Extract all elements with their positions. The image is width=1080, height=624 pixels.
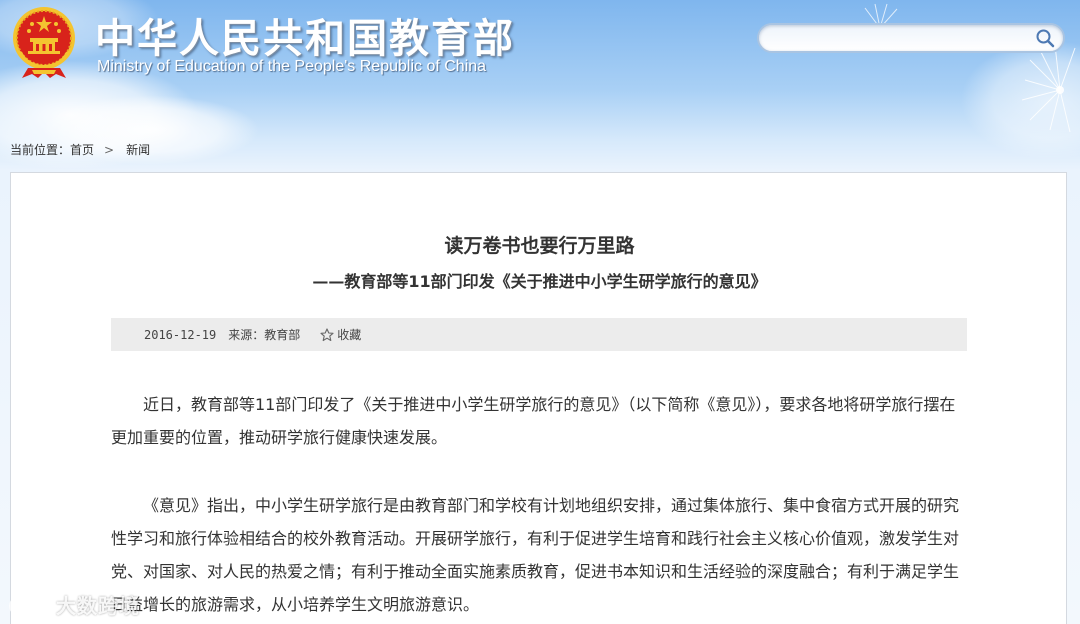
article-panel: 读万卷书也要行万里路 ——教育部等11部门印发《关于推进中小学生研学旅行的意见》… <box>10 172 1067 624</box>
article-title: 读万卷书也要行万里路 <box>444 235 635 257</box>
article-subtitle: ——教育部等11部门印发《关于推进中小学生研学旅行的意见》 <box>312 272 767 291</box>
breadcrumb-current-link[interactable]: 新闻 <box>126 141 150 158</box>
site-subtitle: Ministry of Education of the People's Re… <box>97 58 487 75</box>
national-emblem-logo[interactable] <box>10 4 78 80</box>
breadcrumb-home-link[interactable]: 首页 <box>70 141 94 158</box>
article-source: 来源：教育部 <box>228 328 301 342</box>
star-icon <box>320 327 334 341</box>
article-paragraph: 《意见》指出，中小学生研学旅行是由教育部门和学校有计划地组织安排，通过集体旅行、… <box>111 496 960 614</box>
breadcrumb: 当前位置： 首页 > 新闻 <box>10 141 150 158</box>
article-meta-bar: 2016-12-19 来源：教育部 收藏 <box>111 318 967 351</box>
favorite-button[interactable]: 收藏 <box>320 326 361 343</box>
article-date: 2016-12-19 <box>144 327 217 342</box>
watermark: 大数跨境 <box>8 590 140 619</box>
watermark-logo-icon <box>9 596 48 615</box>
site-title[interactable]: 中华人民共和国教育部 <box>95 6 515 64</box>
breadcrumb-prefix: 当前位置： <box>10 143 71 157</box>
page: 中华人民共和国教育部 Ministry of Education of the … <box>0 0 1080 624</box>
breadcrumb-separator: > <box>104 142 115 157</box>
search-box <box>757 23 1065 53</box>
search-icon[interactable] <box>1035 28 1055 48</box>
favorite-label: 收藏 <box>337 328 362 342</box>
search-input[interactable] <box>773 29 1027 51</box>
watermark-text: 大数跨境 <box>56 594 140 618</box>
site-header: 中华人民共和国教育部 Ministry of Education of the … <box>0 0 1080 170</box>
article-paragraph: 近日，教育部等11部门印发了《关于推进中小学生研学旅行的意见》（以下简称《意见》… <box>111 395 956 447</box>
